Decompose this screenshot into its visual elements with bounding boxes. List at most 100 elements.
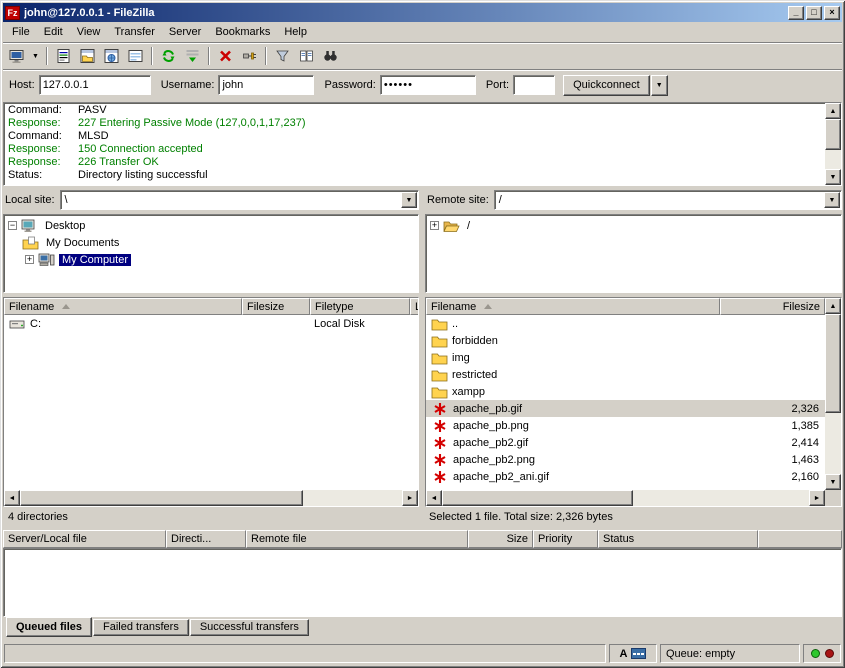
search-button[interactable] xyxy=(319,45,342,67)
column-header-priority[interactable]: Priority xyxy=(533,530,598,548)
queue-toggle-button[interactable] xyxy=(124,45,147,67)
log-scrollbar[interactable]: ▲ ▼ xyxy=(825,103,841,185)
refresh-button[interactable] xyxy=(157,45,180,67)
scroll-down-button[interactable]: ▼ xyxy=(825,474,841,490)
expand-icon[interactable]: + xyxy=(25,255,34,264)
transfer-type-icon[interactable]: A xyxy=(620,648,628,660)
scrollbar-thumb[interactable] xyxy=(442,490,633,506)
file-size: 2,414 xyxy=(720,437,825,449)
column-header-filename[interactable]: Filename xyxy=(4,298,242,315)
file-row[interactable]: apache_pb2.png1,463 xyxy=(426,451,825,468)
cancel-button[interactable] xyxy=(214,45,237,67)
column-header-filesize[interactable]: Filesize xyxy=(720,298,825,315)
scroll-up-button[interactable]: ▲ xyxy=(825,103,841,119)
column-header-size[interactable]: Size xyxy=(468,530,533,548)
menu-server[interactable]: Server xyxy=(162,23,208,41)
local-horizontal-scrollbar[interactable]: ◄ ► xyxy=(4,490,418,506)
quickconnect-button[interactable]: Quickconnect xyxy=(563,75,650,96)
scrollbar-track[interactable] xyxy=(825,314,841,474)
file-row[interactable]: restricted xyxy=(426,366,825,383)
menu-view[interactable]: View xyxy=(70,23,108,41)
file-row[interactable]: .. xyxy=(426,315,825,332)
tab-successful-transfers[interactable]: Successful transfers xyxy=(190,619,309,636)
tree-item-root[interactable]: + / xyxy=(427,217,840,234)
minimize-button[interactable]: _ xyxy=(788,6,804,20)
port-input[interactable] xyxy=(513,75,555,95)
scroll-up-button[interactable]: ▲ xyxy=(825,298,841,314)
scroll-right-button[interactable]: ► xyxy=(402,490,418,506)
local-site-label: Local site: xyxy=(3,194,55,206)
remote-horizontal-scrollbar[interactable]: ◄ ► xyxy=(426,490,825,506)
menu-bookmarks[interactable]: Bookmarks xyxy=(208,23,277,41)
column-header-last-modified[interactable]: L xyxy=(410,298,418,315)
menu-transfer[interactable]: Transfer xyxy=(107,23,162,41)
chevron-down-icon[interactable]: ▼ xyxy=(401,192,417,208)
column-header-server-local-file[interactable]: Server/Local file xyxy=(3,530,166,548)
scrollbar-thumb[interactable] xyxy=(825,119,841,150)
username-input[interactable] xyxy=(218,75,314,95)
file-row[interactable]: apache_pb2_ani.gif 2,160 xyxy=(426,468,825,485)
remote-status-text: Selected 1 file. Total size: 2,326 bytes xyxy=(425,511,842,523)
site-manager-dropdown-button[interactable]: ▼ xyxy=(29,45,42,67)
scroll-left-button[interactable]: ◄ xyxy=(426,490,442,506)
local-site-combobox[interactable]: \ ▼ xyxy=(60,190,419,210)
socket-indicator-icon[interactable] xyxy=(631,648,646,659)
process-queue-button[interactable] xyxy=(181,45,204,67)
message-log-toggle-button[interactable] xyxy=(52,45,75,67)
scrollbar-track[interactable] xyxy=(20,490,402,506)
chevron-down-icon[interactable]: ▼ xyxy=(824,192,840,208)
expand-icon[interactable]: + xyxy=(430,221,439,230)
column-header-status[interactable]: Status xyxy=(598,530,758,548)
file-row[interactable]: C: Local Disk xyxy=(4,315,418,332)
transfer-queue-list[interactable] xyxy=(3,548,842,617)
collapse-icon[interactable]: − xyxy=(8,221,17,230)
scrollbar-track[interactable] xyxy=(442,490,809,506)
file-size: 2,160 xyxy=(720,471,825,483)
scroll-down-button[interactable]: ▼ xyxy=(825,169,841,185)
filter-button[interactable] xyxy=(271,45,294,67)
column-header-direction[interactable]: Directi... xyxy=(166,530,246,548)
tree-item-my-documents[interactable]: My Documents xyxy=(5,234,417,251)
scroll-right-button[interactable]: ► xyxy=(809,490,825,506)
column-header-filetype[interactable]: Filetype xyxy=(310,298,410,315)
menu-file[interactable]: File xyxy=(5,23,37,41)
maximize-button[interactable]: □ xyxy=(806,6,822,20)
close-button[interactable]: × xyxy=(824,6,840,20)
file-row[interactable]: apache_pb2.gif2,414 xyxy=(426,434,825,451)
remote-vertical-scrollbar[interactable]: ▲ ▼ xyxy=(825,298,841,490)
scrollbar-thumb[interactable] xyxy=(825,314,841,413)
file-name: apache_pb2_ani.gif xyxy=(453,471,549,483)
tree-item-my-computer[interactable]: + My Computer xyxy=(5,251,417,268)
tab-queued-files[interactable]: Queued files xyxy=(6,617,92,637)
tree-item-desktop[interactable]: − Desktop xyxy=(5,217,417,234)
password-input[interactable] xyxy=(380,75,476,95)
file-row[interactable]: img xyxy=(426,349,825,366)
local-tree-toggle-button[interactable] xyxy=(76,45,99,67)
site-manager-button[interactable] xyxy=(5,45,28,67)
file-name: C: xyxy=(30,318,41,330)
scroll-left-button[interactable]: ◄ xyxy=(4,490,20,506)
column-header-remote-file[interactable]: Remote file xyxy=(246,530,468,548)
file-row[interactable]: xampp xyxy=(426,383,825,400)
file-row[interactable]: forbidden xyxy=(426,332,825,349)
column-header-filesize[interactable]: Filesize xyxy=(242,298,310,315)
file-row[interactable]: apache_pb.png1,385 xyxy=(426,417,825,434)
toolbar-separator xyxy=(208,47,210,65)
remote-tree-toggle-button[interactable] xyxy=(100,45,123,67)
disconnect-button[interactable] xyxy=(238,45,261,67)
column-header-filename[interactable]: Filename xyxy=(426,298,720,315)
file-row-selected[interactable]: apache_pb.gif2,326 xyxy=(426,400,825,417)
menu-help[interactable]: Help xyxy=(277,23,314,41)
quickconnect-dropdown-button[interactable]: ▼ xyxy=(651,75,668,96)
queue-status-panel: Queue: empty xyxy=(660,644,800,663)
toolbar-separator xyxy=(151,47,153,65)
host-input[interactable] xyxy=(39,75,151,95)
menu-edit[interactable]: Edit xyxy=(37,23,70,41)
file-size: 1,385 xyxy=(720,420,825,432)
tab-failed-transfers[interactable]: Failed transfers xyxy=(93,619,189,636)
scrollbar-thumb[interactable] xyxy=(20,490,303,506)
scrollbar-track[interactable] xyxy=(825,119,841,169)
remote-site-combobox[interactable]: / ▼ xyxy=(494,190,842,210)
compare-button[interactable] xyxy=(295,45,318,67)
compare-icon xyxy=(298,48,315,64)
